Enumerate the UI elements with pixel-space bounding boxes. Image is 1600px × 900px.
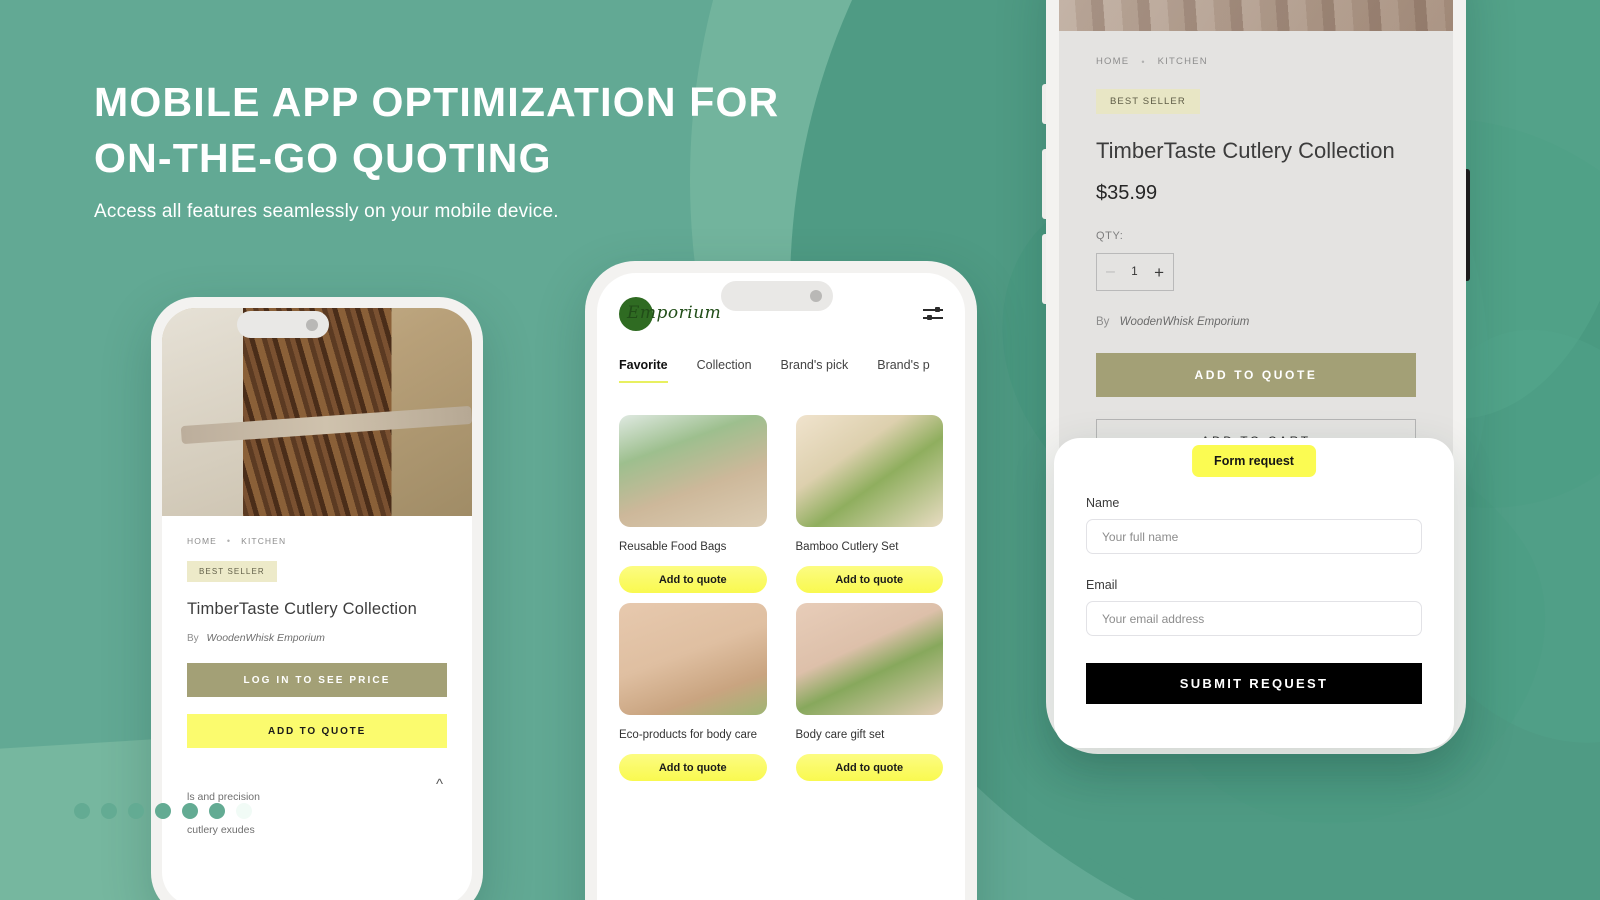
app-logo[interactable]: Emporium bbox=[619, 297, 721, 331]
form-request-card: Form request Name Email SUBMIT REQUEST bbox=[1054, 438, 1454, 748]
carousel-dot[interactable] bbox=[101, 803, 117, 819]
breadcrumb-category[interactable]: KITCHEN bbox=[241, 536, 286, 546]
tab-favorite[interactable]: Favorite bbox=[619, 358, 668, 383]
product-image bbox=[795, 415, 943, 527]
add-to-quote-button[interactable]: ADD TO QUOTE bbox=[1096, 353, 1416, 397]
breadcrumb-separator: • bbox=[226, 536, 232, 546]
product-card[interactable]: Body care gift set Add to quote bbox=[795, 603, 943, 781]
product-image bbox=[619, 415, 767, 527]
vendor-name[interactable]: WoodenWhisk Emporium bbox=[1120, 316, 1250, 328]
product-name: Bamboo Cutlery Set bbox=[795, 541, 899, 553]
mute-switch[interactable] bbox=[1042, 84, 1046, 124]
add-to-quote-button[interactable]: ADD TO QUOTE bbox=[187, 714, 447, 748]
product-grid: Reusable Food Bags Add to quote Bamboo Cut… bbox=[597, 383, 965, 781]
front-camera-icon bbox=[810, 290, 822, 302]
product-card[interactable]: Bamboo Cutlery Set Add to quote bbox=[795, 415, 943, 593]
product-card[interactable]: Reusable Food Bags Add to quote bbox=[619, 415, 767, 593]
login-to-see-price-button[interactable]: LOG IN TO SEE PRICE bbox=[187, 663, 447, 697]
page-subtitle: Access all features seamlessly on your m… bbox=[94, 201, 559, 222]
product-hero-image bbox=[162, 308, 472, 516]
breadcrumb: HOME • KITCHEN bbox=[1096, 56, 1416, 67]
filter-sliders-icon[interactable] bbox=[923, 306, 943, 322]
product-image bbox=[619, 603, 767, 715]
quantity-stepper[interactable]: – 1 + bbox=[1096, 253, 1174, 291]
tab-collection[interactable]: Collection bbox=[697, 358, 752, 383]
add-to-quote-button[interactable]: Add to quote bbox=[795, 754, 943, 781]
front-camera-icon bbox=[306, 318, 318, 331]
product-image bbox=[795, 603, 943, 715]
tab-brand-s-p[interactable]: Brand's p bbox=[877, 358, 929, 383]
phone-center-screen: Emporium Favorite Collection Brand's pick B… bbox=[597, 273, 965, 900]
name-field[interactable] bbox=[1086, 519, 1422, 554]
carousel-dot[interactable] bbox=[128, 803, 144, 819]
product-card[interactable]: Eco-products for body care Add to quote bbox=[619, 603, 767, 781]
status-badge: BEST SELLER bbox=[1096, 89, 1200, 114]
carousel-dot[interactable] bbox=[236, 803, 252, 819]
vendor-line: By WoodenWhisk Emporium bbox=[187, 632, 447, 644]
tab-bar[interactable]: Favorite Collection Brand's pick Brand's p bbox=[597, 358, 965, 383]
logo-text: Emporium bbox=[627, 303, 722, 323]
carousel-dot[interactable] bbox=[155, 803, 171, 819]
tab-brand-s-pick[interactable]: Brand's pick bbox=[781, 358, 849, 383]
carousel-dot[interactable] bbox=[209, 803, 225, 819]
page-title: Mobile app optimization for on-the-go qu… bbox=[94, 79, 780, 181]
dynamic-island bbox=[721, 281, 833, 311]
vendor-name[interactable]: WoodenWhisk Emporium bbox=[206, 632, 324, 644]
carousel-dot[interactable] bbox=[182, 803, 198, 819]
add-to-quote-button[interactable]: Add to quote bbox=[795, 566, 943, 593]
product-hero-image bbox=[1059, 0, 1453, 31]
quantity-value: 1 bbox=[1131, 266, 1138, 278]
chevron-up-icon[interactable]: ^ bbox=[436, 776, 443, 793]
carousel-dot[interactable] bbox=[74, 803, 90, 819]
vendor-line: By WoodenWhisk Emporium bbox=[1096, 316, 1416, 328]
product-name: Eco-products for body care bbox=[619, 729, 758, 741]
dynamic-island bbox=[237, 311, 329, 338]
product-title: TimberTaste Cutlery Collection bbox=[187, 600, 418, 618]
add-to-quote-button[interactable]: Add to quote bbox=[619, 754, 767, 781]
volume-up-button[interactable] bbox=[1042, 149, 1046, 219]
submit-request-button[interactable]: SUBMIT REQUEST bbox=[1086, 663, 1422, 704]
quantity-decrement-button[interactable]: – bbox=[1106, 264, 1115, 280]
add-to-quote-button[interactable]: Add to quote bbox=[619, 566, 767, 593]
product-name: Reusable Food Bags bbox=[619, 541, 727, 553]
carousel-pagination[interactable] bbox=[74, 803, 252, 819]
product-title: TimberTaste Cutlery Collection bbox=[1096, 138, 1395, 163]
product-price: $35.99 bbox=[1096, 182, 1158, 204]
product-name: Body care gift set bbox=[795, 729, 885, 741]
quantity-increment-button[interactable]: + bbox=[1154, 264, 1164, 281]
breadcrumb-home[interactable]: HOME bbox=[187, 536, 217, 546]
power-button[interactable] bbox=[1466, 169, 1470, 281]
phone-mockup-center: Emporium Favorite Collection Brand's pick B… bbox=[585, 261, 977, 900]
name-label: Name bbox=[1086, 496, 1120, 510]
volume-down-button[interactable] bbox=[1042, 234, 1046, 304]
email-field[interactable] bbox=[1086, 601, 1422, 636]
status-badge: BEST SELLER bbox=[187, 561, 277, 582]
breadcrumb-separator: • bbox=[1141, 56, 1146, 67]
email-label: Email bbox=[1086, 578, 1118, 592]
by-prefix: By bbox=[1096, 316, 1110, 328]
breadcrumb-home[interactable]: HOME bbox=[1096, 56, 1129, 67]
breadcrumb: HOME • KITCHEN bbox=[187, 536, 447, 546]
form-request-badge: Form request bbox=[1192, 445, 1316, 477]
by-prefix: By bbox=[187, 633, 199, 644]
quantity-label: QTY: bbox=[1096, 230, 1124, 242]
breadcrumb-category[interactable]: KITCHEN bbox=[1158, 56, 1208, 67]
